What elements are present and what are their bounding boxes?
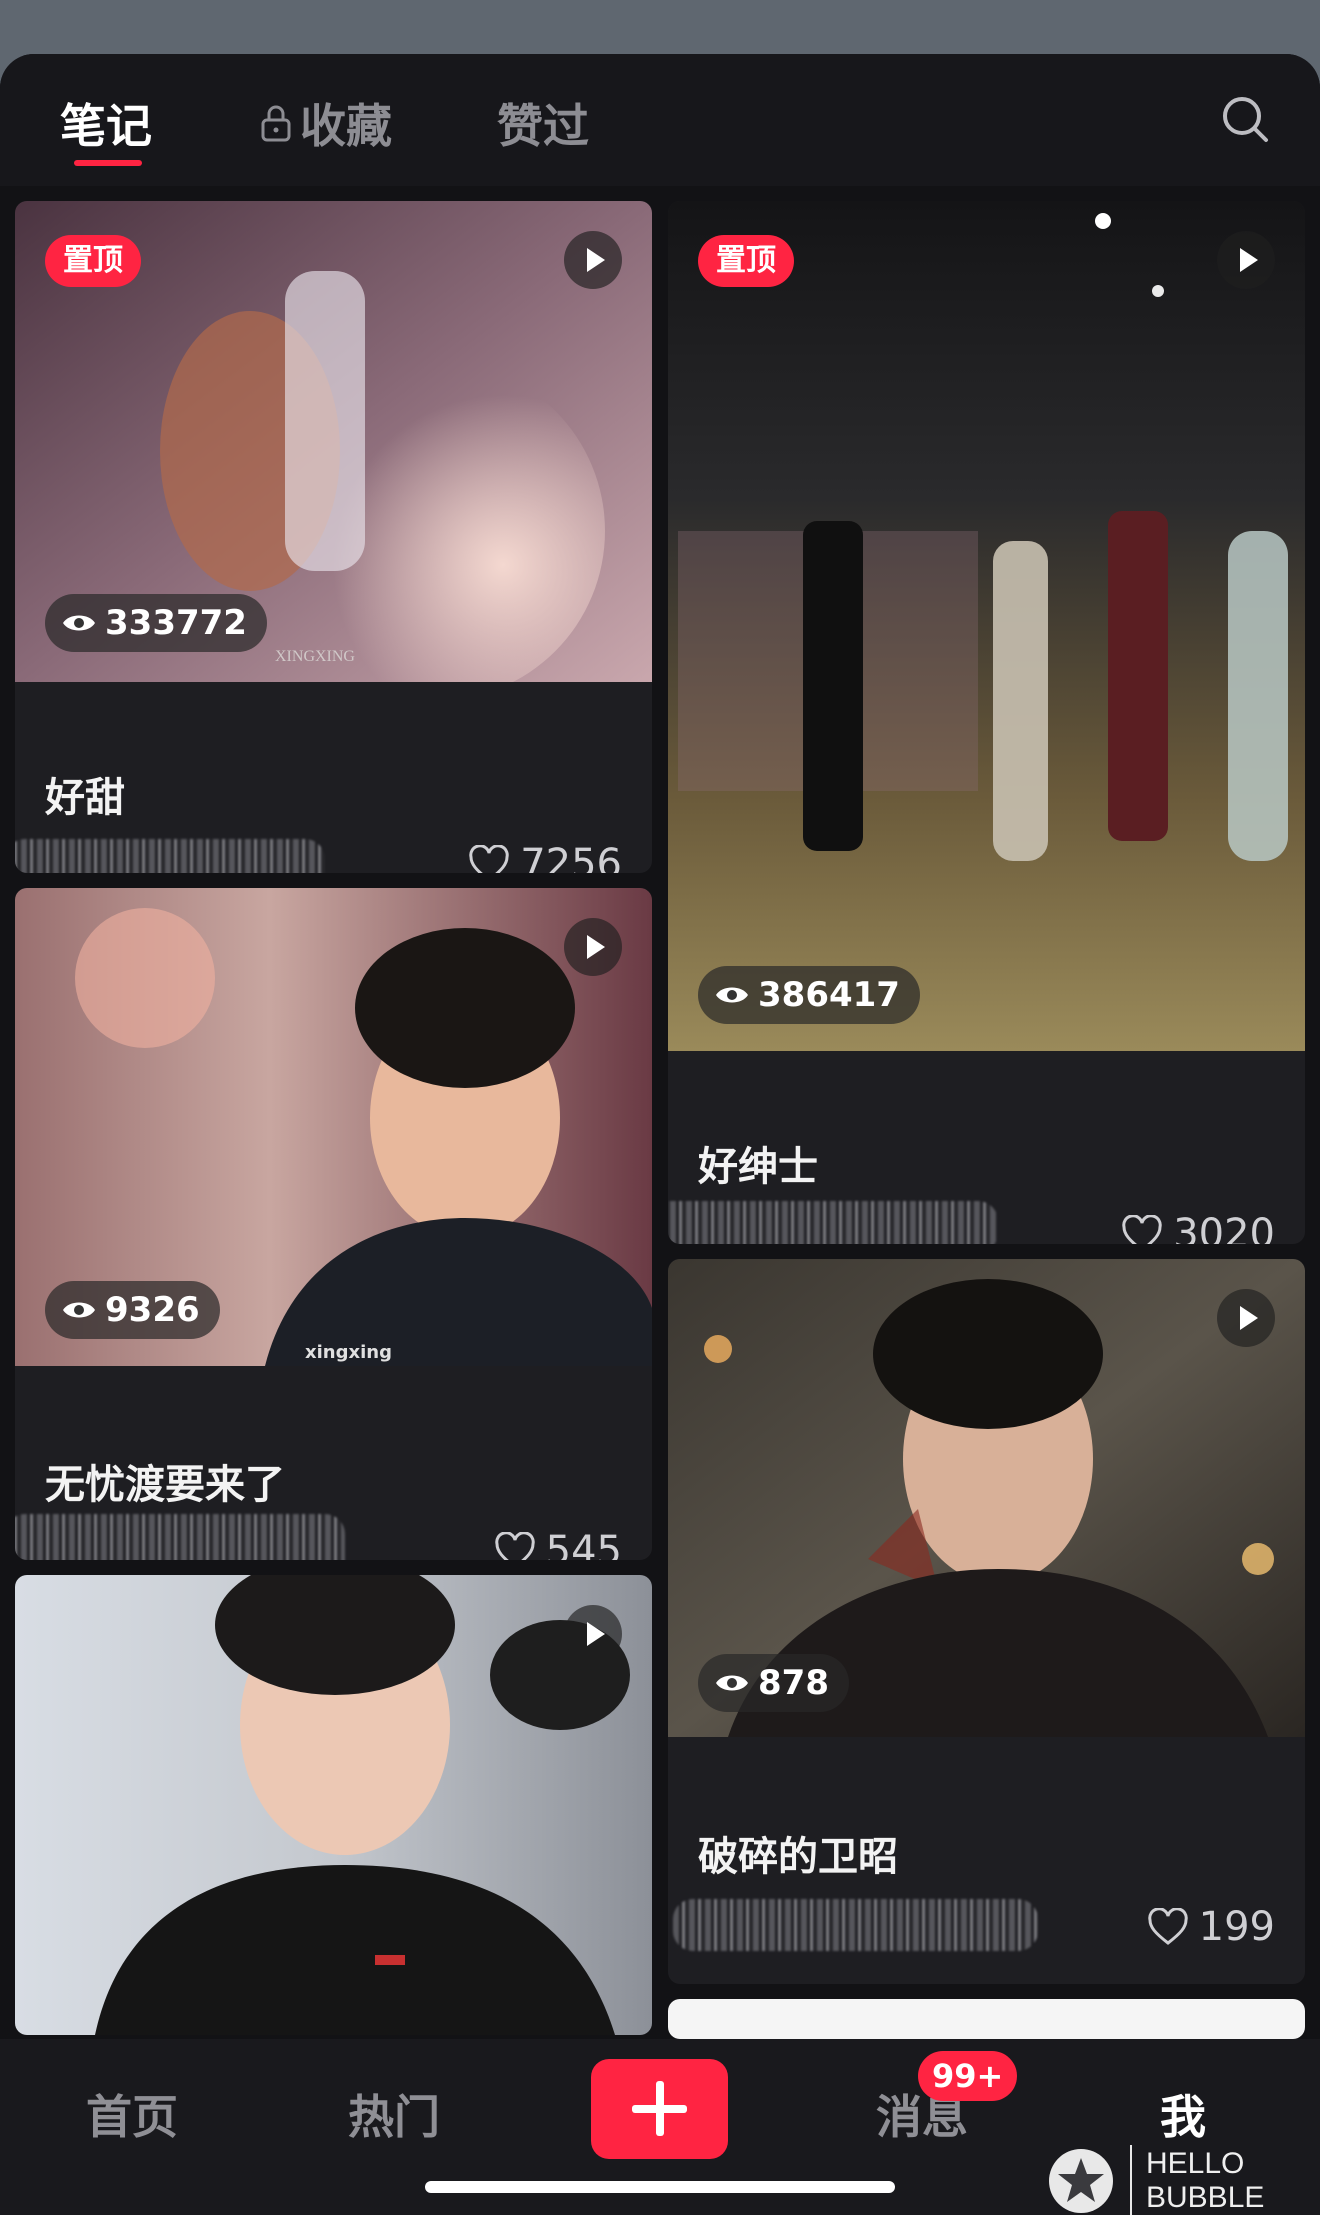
- note-card[interactable]: [668, 1999, 1305, 2039]
- app-screen: 笔记 收藏 赞过 XINGXING 置顶 333772 好甜 7256 置顶 3…: [0, 54, 1320, 2215]
- view-count-value: 878: [758, 1663, 829, 1703]
- pinned-badge: 置顶: [698, 235, 794, 287]
- tab-favorites-label: 收藏: [300, 99, 392, 153]
- note-card[interactable]: 置顶 386417 好绅士 3020: [668, 201, 1305, 1244]
- eye-icon: [63, 1302, 95, 1318]
- note-thumbnail: [668, 201, 1305, 1051]
- view-count: 878: [698, 1654, 849, 1712]
- like-button[interactable]: 545: [494, 1528, 622, 1560]
- author-redacted: [668, 1201, 998, 1244]
- message-badge: 99+: [918, 2051, 1018, 2101]
- author-redacted: [15, 839, 325, 873]
- view-count: 333772: [45, 594, 267, 652]
- nav-home[interactable]: 首页: [86, 2081, 178, 2147]
- watermark-text: HELLO BUBBLE: [1146, 2147, 1264, 2215]
- thumb-watermark: xingxing: [305, 1342, 392, 1363]
- profile-tabs: 笔记 收藏 赞过: [0, 54, 1320, 186]
- like-count: 545: [545, 1528, 622, 1560]
- note-title: 好甜: [45, 775, 125, 821]
- like-button[interactable]: 7256: [468, 841, 622, 873]
- like-button[interactable]: 3020: [1121, 1211, 1275, 1244]
- play-icon: [1217, 231, 1275, 289]
- tab-notes[interactable]: 笔记: [60, 90, 152, 156]
- view-count: 9326: [45, 1281, 220, 1339]
- eye-icon: [716, 1675, 748, 1691]
- home-indicator[interactable]: [425, 2181, 895, 2193]
- heart-icon: [1122, 1215, 1162, 1244]
- play-icon: [1217, 1289, 1275, 1347]
- heart-icon: [469, 845, 509, 873]
- watermark-line2: BUBBLE: [1146, 2181, 1265, 2214]
- play-icon: [564, 918, 622, 976]
- like-count: 7256: [520, 841, 622, 873]
- pinned-badge: 置顶: [45, 235, 141, 287]
- play-icon: [564, 231, 622, 289]
- heart-icon: [1147, 1908, 1188, 1945]
- like-count: 3020: [1173, 1211, 1275, 1244]
- view-count-value: 9326: [105, 1290, 200, 1330]
- note-card[interactable]: xingxing 9326 无忧渡要来了 545: [15, 888, 652, 1560]
- note-title: 无忧渡要来了: [45, 1462, 285, 1508]
- note-thumbnail: [15, 1575, 652, 2035]
- nav-me[interactable]: 我: [1160, 2081, 1206, 2147]
- heart-icon: [494, 1532, 535, 1560]
- watermark-divider: [1130, 2145, 1132, 2215]
- author-redacted: [15, 1514, 345, 1560]
- view-count-value: 386417: [758, 975, 900, 1015]
- note-title: 好绅士: [698, 1144, 818, 1190]
- like-count: 199: [1198, 1904, 1275, 1950]
- like-button[interactable]: 199: [1147, 1904, 1275, 1950]
- search-icon[interactable]: [1220, 94, 1270, 144]
- author-redacted: [673, 1899, 1038, 1951]
- star-icon: [1049, 2149, 1113, 2213]
- add-note-button[interactable]: [591, 2059, 728, 2159]
- active-tab-indicator: [74, 160, 142, 166]
- tab-liked[interactable]: 赞过: [497, 90, 589, 156]
- watermark-line1: HELLO: [1146, 2147, 1245, 2180]
- view-count-value: 333772: [105, 603, 247, 643]
- hello-bubble-watermark: HELLO BUBBLE: [1046, 2145, 1264, 2215]
- play-icon: [564, 1605, 622, 1663]
- eye-icon: [716, 987, 748, 1003]
- note-card[interactable]: XINGXING 置顶 333772 好甜 7256: [15, 201, 652, 873]
- note-title: 破碎的卫昭: [698, 1834, 898, 1880]
- view-count: 386417: [698, 966, 920, 1024]
- note-card[interactable]: 878 破碎的卫昭 199: [668, 1259, 1305, 1984]
- lock-icon: [261, 105, 291, 142]
- note-card[interactable]: [15, 1575, 652, 2035]
- nav-hot[interactable]: 热门: [348, 2081, 440, 2147]
- eye-icon: [63, 615, 95, 631]
- thumb-watermark: XINGXING: [275, 648, 355, 665]
- tab-favorites[interactable]: 收藏: [258, 90, 392, 156]
